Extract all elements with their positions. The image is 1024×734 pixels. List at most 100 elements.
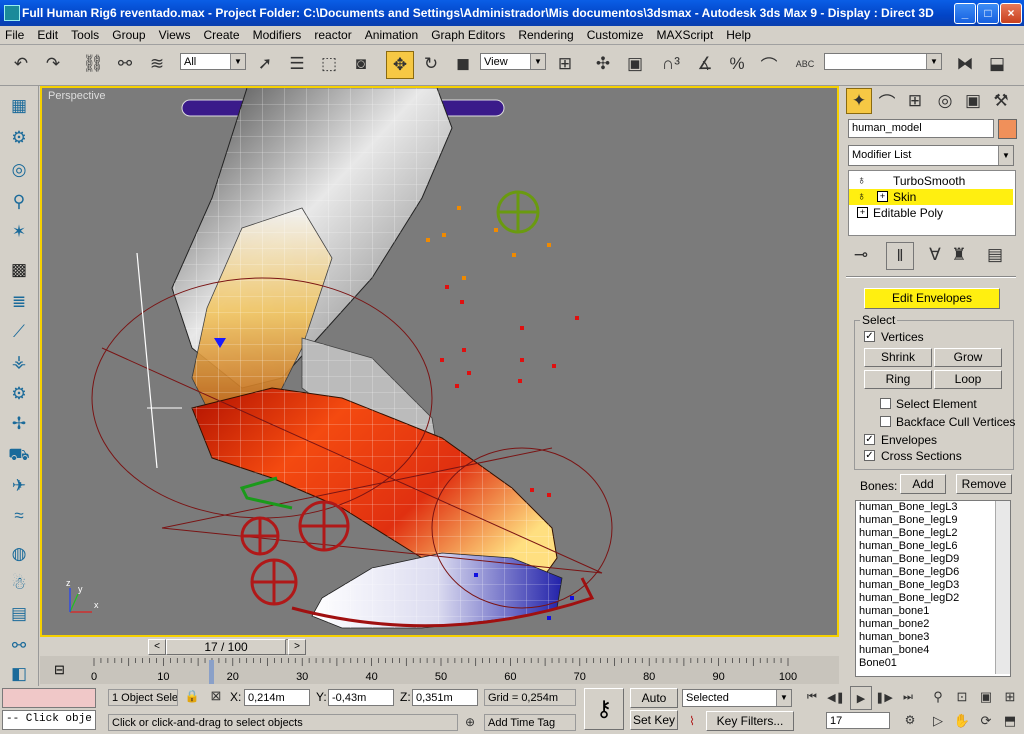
close-button[interactable]: × <box>1000 3 1022 24</box>
maximize-viewport-icon[interactable]: ⬒ <box>1000 710 1020 732</box>
loop-button[interactable]: Loop <box>934 370 1002 389</box>
menu-group[interactable]: Group <box>107 26 150 42</box>
maximize-button[interactable]: □ <box>977 3 999 24</box>
menu-views[interactable]: Views <box>154 26 196 42</box>
key-filters-button[interactable]: Key Filters... <box>706 711 794 731</box>
menu-file[interactable]: File <box>0 26 29 42</box>
stack-item-editable-poly[interactable]: + Editable Poly <box>849 205 1013 221</box>
modifier-list-dropdown[interactable]: Modifier List ▼ <box>848 145 1014 166</box>
window-crossing-icon[interactable]: ◙ <box>348 51 374 77</box>
motion-tab-icon[interactable]: ◎ <box>932 88 958 114</box>
select-manipulate-icon[interactable]: ✣ <box>590 51 616 77</box>
menu-modifiers[interactable]: Modifiers <box>248 26 307 42</box>
stack-item-skin[interactable]: ♁ + Skin <box>849 189 1013 205</box>
bone-item[interactable]: human_Bone_legL9 <box>856 514 1010 527</box>
edit-envelopes-button[interactable]: Edit Envelopes <box>864 288 1000 309</box>
reactor-car-icon[interactable]: ⛟ <box>6 444 32 468</box>
envelopes-checkbox[interactable]: ✓ <box>864 434 875 445</box>
bone-item[interactable]: human_Bone_legL3 <box>856 501 1010 514</box>
set-key-icon[interactable]: ⚷ <box>584 688 624 730</box>
reactor-preview-icon[interactable]: ⚯ <box>6 634 32 658</box>
time-slider-thumb[interactable]: 17 / 100 <box>166 639 286 655</box>
grow-button[interactable]: Grow <box>934 348 1002 367</box>
reactor-toy-icon[interactable]: ✈ <box>6 474 32 498</box>
y-coordinate-field[interactable]: -0,43m <box>328 689 394 706</box>
bones-scrollbar[interactable] <box>995 501 1010 674</box>
bone-item[interactable]: human_bone4 <box>856 644 1010 657</box>
current-frame-field[interactable]: 17 <box>826 712 890 729</box>
set-key-button[interactable]: Set Key <box>630 710 678 730</box>
pin-stack-icon[interactable]: ⊸ <box>848 242 874 268</box>
track-ruler[interactable]: 0 10 20 30 40 50 60 70 80 90 100 <box>40 656 839 686</box>
expand-icon[interactable]: + <box>877 191 888 202</box>
reactor-star-icon[interactable]: ✶ <box>6 220 32 244</box>
reactor-grid-icon[interactable]: ▩ <box>6 258 32 282</box>
layer-manager-icon[interactable]: ▦ <box>6 94 32 118</box>
reactor-rope-icon[interactable]: ⟋ <box>6 320 32 344</box>
time-tag-icon[interactable]: ⊕ <box>460 712 480 732</box>
menu-edit[interactable]: Edit <box>32 26 63 42</box>
orbit-icon[interactable]: ⟳ <box>976 710 996 732</box>
reactor-ring-icon[interactable]: ◍ <box>6 542 32 566</box>
select-and-scale-icon[interactable]: ◼ <box>450 51 476 77</box>
pivot-center-icon[interactable]: ⊞ <box>552 51 578 77</box>
shrink-button[interactable]: Shrink <box>864 348 932 367</box>
reactor-hinge-icon[interactable]: ⚶ <box>6 350 32 374</box>
fov-icon[interactable]: ▷ <box>928 710 948 732</box>
menu-create[interactable]: Create <box>199 26 245 42</box>
utilities-tab-icon[interactable]: ⚒ <box>988 88 1014 114</box>
zoom-icon[interactable]: ⚲ <box>928 686 948 708</box>
pan-icon[interactable]: ✋ <box>952 710 972 732</box>
stack-item-turbosmooth[interactable]: ♁ TurboSmooth <box>849 173 1013 189</box>
snap-toggle-icon[interactable]: ∩³ <box>658 51 684 77</box>
prev-frame-icon[interactable]: ◀❚ <box>826 686 846 708</box>
maxscript-listener-top[interactable] <box>2 688 96 708</box>
bones-list[interactable]: human_Bone_legL3 human_Bone_legL9 human_… <box>855 500 1011 677</box>
bone-item[interactable]: Bone01 <box>856 657 1010 670</box>
reactor-ragdoll-icon[interactable]: ☃ <box>6 572 32 596</box>
viewport-perspective[interactable]: Perspective x y z <box>40 86 839 637</box>
modify-tab-icon[interactable]: ⌒ <box>874 88 900 114</box>
reference-coordinate-dropdown[interactable]: View ▼ <box>480 53 546 70</box>
menu-help[interactable]: Help <box>721 26 756 42</box>
hierarchy-tab-icon[interactable]: ⊞ <box>902 88 928 114</box>
bone-item[interactable]: human_bone3 <box>856 631 1010 644</box>
redo-icon[interactable]: ↷ <box>40 51 66 77</box>
create-tab-icon[interactable]: ✦ <box>846 88 872 114</box>
maxscript-listener[interactable]: -- Click obje <box>2 710 96 730</box>
minimize-button[interactable]: _ <box>954 3 976 24</box>
time-next-button[interactable]: > <box>288 639 306 655</box>
expand-icon[interactable]: + <box>857 207 868 218</box>
selection-lock-icon[interactable]: 🔒 <box>182 686 202 706</box>
remove-modifier-icon[interactable]: ♜ <box>946 242 972 268</box>
ring-button[interactable]: Ring <box>864 370 932 389</box>
menu-reactor[interactable]: reactor <box>309 26 356 42</box>
bone-item[interactable]: human_Bone_legL6 <box>856 540 1010 553</box>
undo-icon[interactable]: ↶ <box>8 51 34 77</box>
reactor-spring-icon[interactable]: ≣ <box>6 290 32 314</box>
reactor-pin-icon[interactable]: ⚲ <box>6 190 32 214</box>
align-icon[interactable]: ⬓ <box>984 51 1010 77</box>
time-prev-button[interactable]: < <box>148 639 166 655</box>
select-by-name-icon[interactable]: ☰ <box>284 51 310 77</box>
configure-sets-icon[interactable]: ▤ <box>982 242 1008 268</box>
unlink-icon[interactable]: ⚯ <box>112 51 138 77</box>
display-tab-icon[interactable]: ▣ <box>960 88 986 114</box>
backface-cull-checkbox[interactable] <box>880 416 891 427</box>
goto-end-icon[interactable]: ⏭ <box>898 686 918 708</box>
lightbulb-icon[interactable]: ♁ <box>857 173 866 187</box>
select-link-icon[interactable]: ⛓ <box>80 51 106 77</box>
bone-item[interactable]: human_Bone_legD9 <box>856 553 1010 566</box>
bone-item[interactable]: human_Bone_legD3 <box>856 579 1010 592</box>
key-mode-icon[interactable]: ⌇ <box>682 711 702 731</box>
select-and-rotate-icon[interactable]: ↻ <box>418 51 444 77</box>
current-frame-marker[interactable] <box>209 660 214 684</box>
time-config-icon[interactable]: ⚙ <box>900 710 920 730</box>
mirror-icon[interactable]: ⧓ <box>952 51 978 77</box>
select-element-checkbox[interactable] <box>880 398 891 409</box>
reactor-sphere-icon[interactable]: ◎ <box>6 158 32 182</box>
reactor-gear-icon[interactable]: ⚙ <box>6 382 32 406</box>
menu-animation[interactable]: Animation <box>360 26 423 42</box>
bone-item[interactable]: human_Bone_legD2 <box>856 592 1010 605</box>
key-filter-dropdown[interactable]: Selected ▼ <box>682 689 792 707</box>
